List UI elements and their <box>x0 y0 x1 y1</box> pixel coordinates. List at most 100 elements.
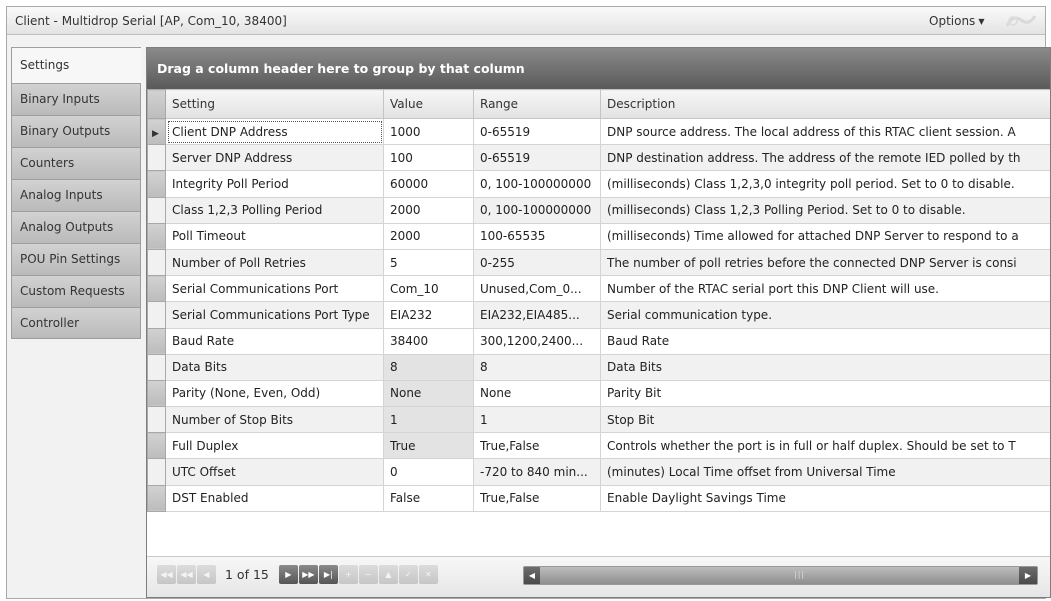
tab-label: Analog Outputs <box>20 220 114 234</box>
header-row: Setting Value Range Description <box>147 89 1050 119</box>
value-cell[interactable]: 2000 <box>383 222 474 250</box>
table-row[interactable]: ▶ Client DNP Address 1000 0-65519 DNP so… <box>147 117 1050 146</box>
settings-table: Setting Value Range Description ▶ Client… <box>147 89 1050 512</box>
range-cell: 0-255 <box>473 248 601 277</box>
table-row[interactable]: Number of Poll Retries 5 0-255 The numbe… <box>147 248 1050 277</box>
row-indicator[interactable] <box>147 248 166 277</box>
row-indicator[interactable] <box>147 196 166 224</box>
value-cell[interactable]: 2000 <box>383 196 474 224</box>
group-by-panel[interactable]: Drag a column header here to group by th… <box>147 48 1050 89</box>
value-cell[interactable]: 5 <box>383 248 474 277</box>
row-indicator[interactable]: ▶ <box>147 117 166 146</box>
table-row[interactable]: Serial Communications Port Com_10 Unused… <box>147 275 1050 303</box>
table-row[interactable]: DST Enabled False True,False Enable Dayl… <box>147 484 1050 512</box>
last-record-icon[interactable]: ▶| <box>318 565 338 584</box>
table-row[interactable]: Integrity Poll Period 60000 0, 100-10000… <box>147 170 1050 198</box>
tab-analog-outputs[interactable]: Analog Outputs <box>11 211 141 243</box>
tab-custom-requests[interactable]: Custom Requests <box>11 275 141 307</box>
options-menu-button[interactable]: Options ▼ <box>929 14 984 28</box>
table-row[interactable]: Serial Communications Port Type EIA232 E… <box>147 301 1050 329</box>
column-header-value[interactable]: Value <box>383 89 474 119</box>
value-cell-readonly: True <box>383 432 474 460</box>
save-record-icon[interactable]: ✓ <box>398 565 418 584</box>
description-cell: (milliseconds) Class 1,2,3 Polling Perio… <box>600 196 1050 224</box>
value-cell[interactable]: 60000 <box>383 170 474 198</box>
first-page-icon[interactable]: ◀◀ <box>157 565 176 584</box>
row-indicator[interactable] <box>147 170 166 198</box>
row-indicator[interactable] <box>147 379 166 408</box>
description-cell: Stop Bit <box>600 406 1050 434</box>
next-record-icon[interactable]: ▶ <box>278 565 298 584</box>
tab-counters[interactable]: Counters <box>11 147 141 179</box>
description-cell: Baud Rate <box>600 327 1050 355</box>
scroll-right-icon[interactable]: ▶ <box>1019 567 1037 584</box>
row-indicator[interactable] <box>147 458 166 486</box>
scroll-left-icon[interactable]: ◀ <box>524 567 540 584</box>
setting-cell: Client DNP Address <box>165 117 384 146</box>
tab-analog-inputs[interactable]: Analog Inputs <box>11 179 141 211</box>
value-cell[interactable]: EIA232 <box>383 301 474 329</box>
tab-binary-outputs[interactable]: Binary Outputs <box>11 115 141 147</box>
range-cell: None <box>473 379 601 408</box>
row-indicator[interactable] <box>147 222 166 250</box>
setting-cell: UTC Offset <box>165 458 384 486</box>
description-cell: Serial communication type. <box>600 301 1050 329</box>
description-cell: Enable Daylight Savings Time <box>600 484 1050 512</box>
value-cell[interactable]: 1000 <box>383 117 474 146</box>
value-cell[interactable]: Com_10 <box>383 275 474 303</box>
table-row[interactable]: Baud Rate 38400 300,1200,2400... Baud Ra… <box>147 327 1050 355</box>
row-indicator[interactable] <box>147 144 166 172</box>
value-cell-readonly: 8 <box>383 353 474 381</box>
range-cell: 0-65519 <box>473 144 601 172</box>
row-indicator[interactable] <box>147 353 166 381</box>
table-row[interactable]: Server DNP Address 100 0-65519 DNP desti… <box>147 144 1050 172</box>
description-cell: (milliseconds) Class 1,2,3,0 integrity p… <box>600 170 1050 198</box>
previous-record-icon[interactable]: ◀ <box>197 565 216 584</box>
setting-cell: DST Enabled <box>165 484 384 512</box>
description-cell: The number of poll retries before the co… <box>600 248 1050 277</box>
tab-pou-pin-settings[interactable]: POU Pin Settings <box>11 243 141 275</box>
tab-settings[interactable]: Settings <box>11 47 141 83</box>
table-row[interactable]: Parity (None, Even, Odd) None None Parit… <box>147 379 1050 408</box>
tab-binary-inputs[interactable]: Binary Inputs <box>11 83 141 115</box>
table-row[interactable]: Data Bits 8 8 Data Bits <box>147 353 1050 381</box>
row-indicator-header <box>147 89 166 119</box>
column-header-setting[interactable]: Setting <box>165 89 384 119</box>
row-indicator[interactable] <box>147 406 166 434</box>
tab-label: Settings <box>20 58 70 72</box>
description-cell: (milliseconds) Time allowed for attached… <box>600 222 1050 250</box>
row-indicator[interactable] <box>147 327 166 355</box>
horizontal-scrollbar[interactable]: ◀ ||| ▶ <box>523 566 1038 585</box>
table-row[interactable]: Class 1,2,3 Polling Period 2000 0, 100-1… <box>147 196 1050 224</box>
tab-label: Counters <box>20 156 75 170</box>
page-indicator: 1 of 15 <box>225 567 269 582</box>
setting-cell: Baud Rate <box>165 327 384 355</box>
row-indicator[interactable] <box>147 432 166 460</box>
table-row[interactable]: Full Duplex True True,False Controls whe… <box>147 432 1050 460</box>
tab-label: Binary Inputs <box>20 92 100 106</box>
edit-record-icon[interactable]: ▲ <box>378 565 398 584</box>
row-indicator[interactable] <box>147 301 166 329</box>
delete-record-icon[interactable]: − <box>358 565 378 584</box>
row-indicator[interactable] <box>147 275 166 303</box>
value-cell[interactable]: 38400 <box>383 327 474 355</box>
range-cell: 100-65535 <box>473 222 601 250</box>
tab-controller[interactable]: Controller <box>11 307 141 339</box>
value-cell[interactable]: False <box>383 484 474 512</box>
table-row[interactable]: UTC Offset 0 -720 to 840 min... (minutes… <box>147 458 1050 486</box>
value-cell[interactable]: 0 <box>383 458 474 486</box>
cancel-edit-icon[interactable]: ✕ <box>418 565 438 584</box>
value-cell[interactable]: 100 <box>383 144 474 172</box>
dropdown-arrow-icon: ▼ <box>978 17 985 26</box>
description-cell: Parity Bit <box>600 379 1050 408</box>
column-header-description[interactable]: Description <box>600 89 1050 119</box>
range-cell: -720 to 840 min... <box>473 458 601 486</box>
row-indicator[interactable] <box>147 484 166 512</box>
table-row[interactable]: Poll Timeout 2000 100-65535 (millisecond… <box>147 222 1050 250</box>
next-page-icon[interactable]: ▶▶ <box>298 565 318 584</box>
table-row[interactable]: Number of Stop Bits 1 1 Stop Bit <box>147 406 1050 434</box>
column-header-range[interactable]: Range <box>473 89 601 119</box>
add-record-icon[interactable]: + <box>338 565 358 584</box>
logo-icon <box>1005 15 1037 27</box>
previous-page-icon[interactable]: ◀◀ <box>177 565 196 584</box>
